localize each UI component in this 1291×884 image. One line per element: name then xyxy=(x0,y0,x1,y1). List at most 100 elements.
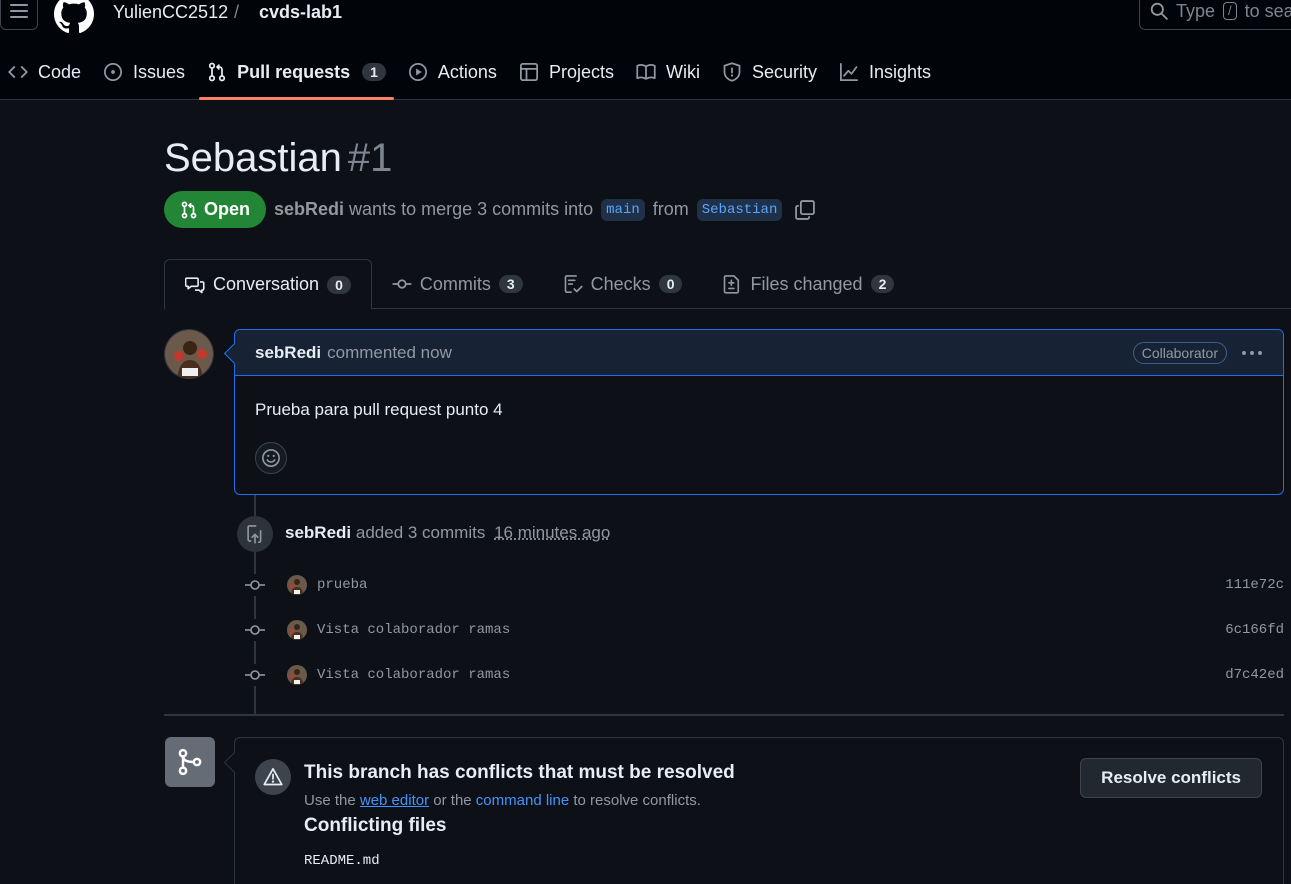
git-branch-icon xyxy=(165,737,215,787)
commits-event: sebRedi added 3 commits 16 minutes ago xyxy=(285,523,610,543)
checklist-icon xyxy=(564,275,583,293)
global-header: YulienCC2512 / cvds-lab1 Type / to sea C… xyxy=(0,0,1291,100)
merge-status-box: This branch has conflicts that must be r… xyxy=(234,737,1284,884)
pr-from-text: from xyxy=(652,199,689,219)
copy-icon[interactable] xyxy=(794,199,816,221)
commit-sha-link[interactable]: 6c166fd xyxy=(1225,622,1284,638)
shield-icon xyxy=(723,62,741,82)
kebab-menu-icon[interactable] xyxy=(1241,350,1263,356)
collaborator-badge: Collaborator xyxy=(1132,341,1227,364)
search-shortcut-key: / xyxy=(1223,2,1237,20)
issue-opened-icon xyxy=(104,63,123,81)
search-input[interactable]: Type / to sea xyxy=(1139,0,1291,30)
commit-message-link[interactable]: Vista colaborador ramas xyxy=(317,622,510,638)
git-commit-icon xyxy=(244,664,266,686)
comment-discussion-icon xyxy=(185,276,205,293)
checks-count: 0 xyxy=(658,275,683,293)
conflict-sub-or: or the xyxy=(433,792,472,809)
avatar[interactable] xyxy=(287,665,307,685)
head-branch-label[interactable]: Sebastian xyxy=(696,198,783,221)
pr-author-link[interactable]: sebRedi xyxy=(274,199,344,220)
book-icon xyxy=(636,64,656,80)
conflict-sub-use: Use the xyxy=(304,792,356,809)
tab-commits[interactable]: Commits 3 xyxy=(372,259,543,309)
tab-conversation[interactable]: Conversation 0 xyxy=(164,259,372,310)
tab-code-label: Code xyxy=(38,61,82,82)
list-item: Vista colaborador ramas d7c42ed xyxy=(244,660,1284,690)
commits-timestamp[interactable]: 16 minutes ago xyxy=(494,523,610,542)
tab-issues-label: Issues xyxy=(133,61,186,82)
pr-title: Sebastian #1 xyxy=(164,136,392,181)
tab-files-changed[interactable]: Files changed 2 xyxy=(702,259,914,309)
tab-pull-requests-label: Pull requests xyxy=(237,61,351,82)
tab-security-label: Security xyxy=(751,61,817,82)
tab-wiki[interactable]: Wiki xyxy=(628,52,708,92)
commit-sha-link[interactable]: 111e72c xyxy=(1225,577,1284,593)
comment-body: Prueba para pull request punto 4 xyxy=(255,400,503,419)
tab-checks-label: Checks xyxy=(590,273,651,294)
alert-icon xyxy=(255,759,291,795)
tab-pull-requests[interactable]: Pull requests 1 xyxy=(199,52,394,100)
tab-actions[interactable]: Actions xyxy=(400,52,505,92)
tab-issues[interactable]: Issues xyxy=(95,52,193,92)
add-reaction-button[interactable] xyxy=(255,442,287,474)
pr-number: #1 xyxy=(347,136,393,180)
breadcrumb-owner-link[interactable]: YulienCC2512 xyxy=(113,2,228,23)
git-pull-request-icon xyxy=(208,62,226,82)
tab-code[interactable]: Code xyxy=(0,52,89,92)
repo-nav: Code Issues Pull requests 1 Actions Proj… xyxy=(0,52,945,100)
file-diff-icon xyxy=(724,275,740,294)
base-branch-label[interactable]: main xyxy=(601,198,645,221)
tab-wiki-label: Wiki xyxy=(665,61,700,82)
commit-message-link[interactable]: prueba xyxy=(317,577,367,593)
conflicting-files-heading: Conflicting files xyxy=(304,815,447,836)
pr-state-label: Open xyxy=(204,199,251,219)
play-icon xyxy=(408,63,427,81)
table-icon xyxy=(519,63,538,81)
tab-files-changed-label: Files changed xyxy=(750,273,863,294)
smiley-icon xyxy=(262,449,280,467)
tab-projects[interactable]: Projects xyxy=(511,52,622,92)
pr-state-row: Open sebRedi wants to merge 3 commits in… xyxy=(164,191,816,228)
avatar[interactable] xyxy=(287,620,307,640)
web-editor-link[interactable]: web editor xyxy=(360,792,429,809)
comment-timestamp[interactable]: commented now xyxy=(327,343,452,363)
git-commit-icon xyxy=(244,574,266,596)
comment-card: sebRedi commented now Collaborator Prueb… xyxy=(234,329,1284,495)
commits-action: added 3 commits xyxy=(355,523,486,542)
conflict-subtitle: Use the web editor or the command line t… xyxy=(304,792,701,809)
commits-author-link[interactable]: sebRedi xyxy=(285,523,351,542)
tab-checks[interactable]: Checks 0 xyxy=(543,259,703,309)
commit-message-link[interactable]: Vista colaborador ramas xyxy=(317,667,510,683)
search-prefix: Type xyxy=(1176,0,1216,21)
tab-projects-label: Projects xyxy=(548,61,614,82)
git-commit-icon xyxy=(392,279,412,289)
commits-count: 3 xyxy=(498,275,523,293)
breadcrumb-separator: / xyxy=(234,2,240,22)
graph-icon xyxy=(840,63,858,81)
git-commit-icon xyxy=(244,619,266,641)
conflict-sub-end: to resolve conflicts. xyxy=(573,792,701,809)
tab-insights[interactable]: Insights xyxy=(831,52,939,92)
github-logo-icon[interactable] xyxy=(54,0,94,34)
resolve-conflicts-button[interactable]: Resolve conflicts xyxy=(1080,758,1262,798)
command-line-link[interactable]: command line xyxy=(476,792,569,809)
conversation-count: 0 xyxy=(327,275,351,294)
avatar[interactable] xyxy=(287,575,307,595)
hamburger-icon xyxy=(10,4,28,18)
repo-push-icon xyxy=(237,516,273,552)
commit-sha-link[interactable]: d7c42ed xyxy=(1225,667,1284,683)
pr-state-badge: Open xyxy=(164,191,267,228)
tab-security[interactable]: Security xyxy=(714,52,825,92)
hamburger-menu-button[interactable] xyxy=(0,0,38,30)
breadcrumb-repo-link[interactable]: cvds-lab1 xyxy=(259,2,342,23)
code-icon xyxy=(8,66,28,78)
pr-title-text: Sebastian xyxy=(164,136,342,180)
avatar[interactable] xyxy=(164,329,214,379)
tab-conversation-label: Conversation xyxy=(213,274,320,294)
comment-author-link[interactable]: sebRedi xyxy=(255,343,321,363)
files-changed-count: 2 xyxy=(870,275,895,293)
tab-insights-label: Insights xyxy=(869,61,932,82)
pr-tabs: Conversation 0 Commits 3 Checks 0 Files … xyxy=(164,259,1291,310)
pull-requests-count-badge: 1 xyxy=(362,63,386,81)
